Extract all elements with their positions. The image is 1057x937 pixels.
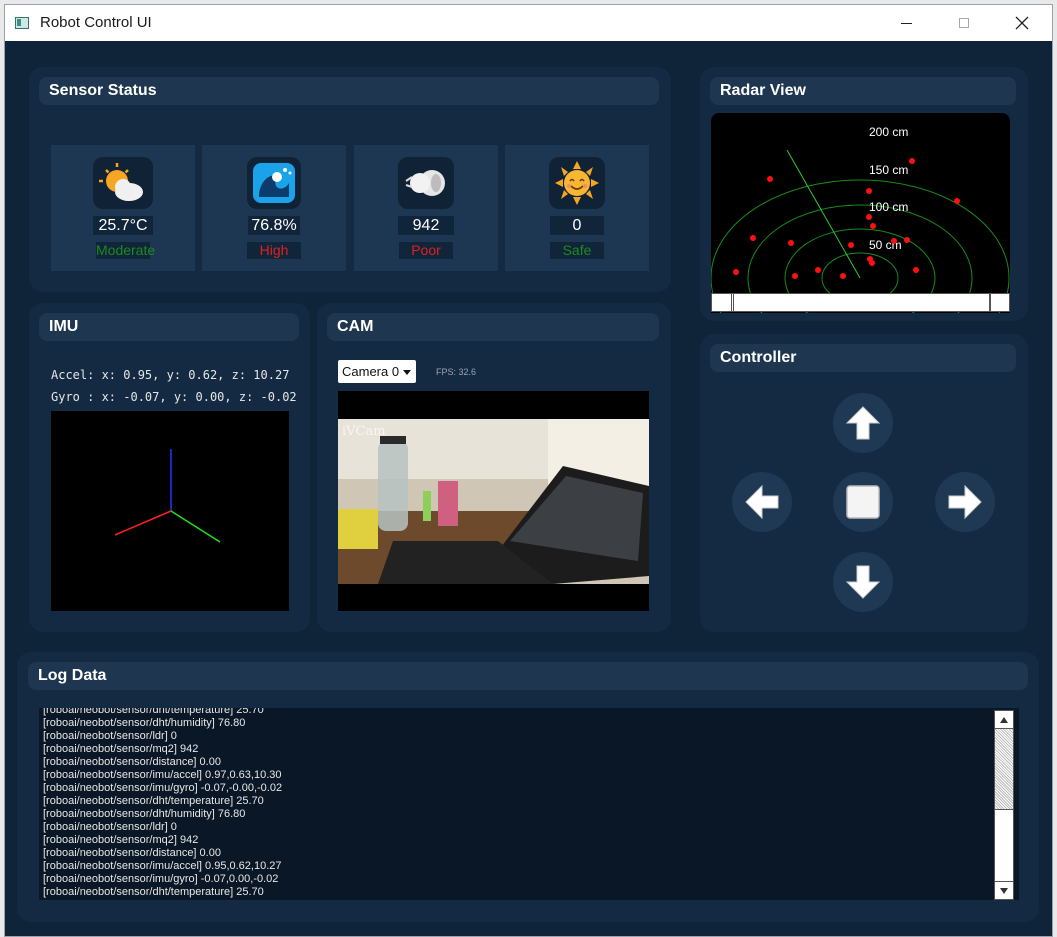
log-lines: [roboai/neobot/sensor/dht/temperature] 2… [43, 708, 282, 899]
scroll-down-button[interactable] [995, 881, 1013, 899]
accel-readout: Accel: x: 0.95, y: 0.62, z: 10.27 [51, 368, 290, 382]
gas-icon [398, 157, 454, 209]
stop-button[interactable] [833, 472, 893, 532]
panel-title: CAM [327, 313, 659, 341]
log-line: [roboai/neobot/sensor/dht/humidity] 76.8… [43, 808, 246, 820]
down-arrow-icon [845, 565, 881, 599]
water-wave-icon [247, 157, 301, 209]
controller-panel: Controller [700, 334, 1028, 632]
log-line: [roboai/neobot/sensor/dht/humidity] 76.8… [43, 717, 246, 729]
stop-icon [846, 485, 880, 519]
left-button[interactable] [732, 472, 792, 532]
log-line: [roboai/neobot/sensor/imu/gyro] -0.07,0.… [43, 873, 279, 885]
close-button[interactable] [993, 5, 1051, 41]
chevron-down-icon [403, 370, 411, 375]
log-line: [roboai/neobot/sensor/imu/accel] 0.97,0.… [43, 769, 282, 781]
sensor-status-panel: Sensor Status 25.7°C Moderate 76.8% High… [29, 67, 671, 292]
log-line: [roboai/neobot/sensor/mq2] 942 [43, 834, 199, 846]
panel-title: Radar View [710, 77, 1016, 105]
weather-sun-cloud-icon [93, 157, 153, 209]
log-line: [roboai/neobot/sensor/dht/temperature] 2… [43, 708, 264, 716]
log-line: [roboai/neobot/sensor/distance] 0.00 [43, 756, 221, 768]
scroll-right-button[interactable] [989, 294, 1009, 311]
panel-title: Log Data [28, 662, 1028, 690]
log-line: [roboai/neobot/sensor/dht/temperature] 2… [43, 795, 264, 807]
humidity-status: High [247, 242, 301, 259]
minimize-icon [900, 22, 912, 24]
radar-ring-label: 150 cm [869, 163, 908, 177]
imu-3d-view [51, 411, 289, 611]
light-status: Safe [550, 242, 604, 259]
maximize-button[interactable] [935, 5, 993, 41]
scroll-up-icon [1000, 716, 1008, 723]
panel-title: IMU [39, 313, 299, 341]
scroll-down-icon [1000, 887, 1008, 894]
gas-value: 942 [398, 216, 454, 235]
radar-horizontal-scrollbar[interactable] [711, 293, 1010, 312]
panel-title: Sensor Status [39, 77, 659, 105]
log-line: [roboai/neobot/sensor/dht/temperature] 2… [43, 886, 264, 898]
camera-select-value: Camera 0 [342, 364, 400, 379]
radar-ring-label: 200 cm [869, 125, 908, 139]
light-card: 0 Safe [505, 145, 649, 271]
radar-panel: Radar View 200 cm 150 cm 100 cm 50 cm [700, 67, 1028, 321]
log-panel: Log Data [roboai/neobot/sensor/dht/tempe… [17, 652, 1039, 922]
temperature-card: 25.7°C Moderate [51, 145, 195, 271]
panel-title: Controller [710, 344, 1016, 372]
cam-panel: CAM Camera 0 FPS: 32.6 iVCam [317, 303, 671, 632]
humidity-card: 76.8% High [202, 145, 346, 271]
scrollbar-thumb[interactable] [733, 294, 991, 311]
camera-select[interactable]: Camera 0 [338, 360, 416, 383]
forward-button[interactable] [833, 393, 893, 453]
radar-canvas: 200 cm 150 cm 100 cm 50 cm [711, 125, 1010, 313]
app-window: Robot Control UI Sensor Status 25.7°C Mo… [4, 4, 1053, 937]
log-line: [roboai/neobot/sensor/imu/gyro] -0.07,-0… [43, 782, 283, 794]
minimize-button[interactable] [877, 5, 935, 41]
temperature-value: 25.7°C [93, 216, 153, 235]
fps-label: FPS: 32.6 [436, 367, 477, 377]
log-text-area[interactable]: [roboai/neobot/sensor/dht/temperature] 2… [39, 708, 1019, 900]
log-line: [roboai/neobot/sensor/imu/accel] 0.95,0.… [43, 860, 282, 872]
humidity-value: 76.8% [248, 216, 300, 235]
temperature-status: Moderate [96, 242, 156, 259]
log-vertical-scrollbar[interactable] [994, 710, 1014, 900]
light-value: 0 [550, 216, 604, 235]
smiling-sun-icon [549, 157, 605, 209]
title-bar: Robot Control UI [5, 5, 1052, 41]
camera-feed: iVCam [338, 391, 649, 611]
up-arrow-icon [845, 406, 881, 440]
close-icon [1015, 16, 1029, 30]
imu-panel: IMU Accel: x: 0.95, y: 0.62, z: 10.27 Gy… [29, 303, 310, 632]
log-line: [roboai/neobot/sensor/mq2] 942 [43, 743, 199, 755]
gyro-readout: Gyro : x: -0.07, y: 0.00, z: -0.02 [51, 390, 297, 404]
log-line: [roboai/neobot/sensor/ldr] 0 [43, 821, 177, 833]
log-line: [roboai/neobot/sensor/distance] 0.00 [43, 847, 221, 859]
window-title: Robot Control UI [40, 14, 152, 31]
log-line: [roboai/neobot/sensor/ldr] 0 [43, 730, 177, 742]
camera-overlay-text: iVCam [342, 424, 386, 439]
right-button[interactable] [935, 472, 995, 532]
radar-view: 200 cm 150 cm 100 cm 50 cm [711, 113, 1010, 313]
gas-status: Poor [399, 242, 453, 259]
maximize-icon [959, 18, 969, 28]
right-arrow-icon [948, 484, 982, 520]
scrollbar-thumb[interactable] [995, 729, 1013, 810]
backward-button[interactable] [833, 552, 893, 612]
radar-ring-label: 100 cm [869, 200, 908, 214]
gas-card: 942 Poor [354, 145, 498, 271]
left-arrow-icon [745, 484, 779, 520]
scroll-left-button[interactable] [712, 294, 732, 311]
scroll-up-button[interactable] [995, 711, 1013, 729]
app-icon [15, 17, 29, 29]
